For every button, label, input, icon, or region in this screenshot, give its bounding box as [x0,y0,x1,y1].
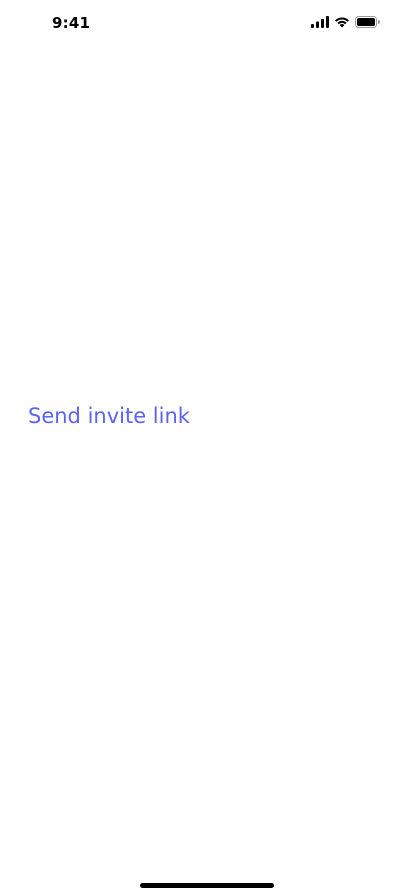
status-bar: 9:41 [0,0,414,44]
wifi-icon [334,16,350,28]
battery-icon [355,16,380,28]
status-time: 9:41 [52,14,91,32]
cellular-signal-icon [311,16,329,28]
status-icons [311,15,380,29]
send-invite-link[interactable]: Send invite link [28,404,190,428]
home-indicator[interactable] [140,883,274,888]
